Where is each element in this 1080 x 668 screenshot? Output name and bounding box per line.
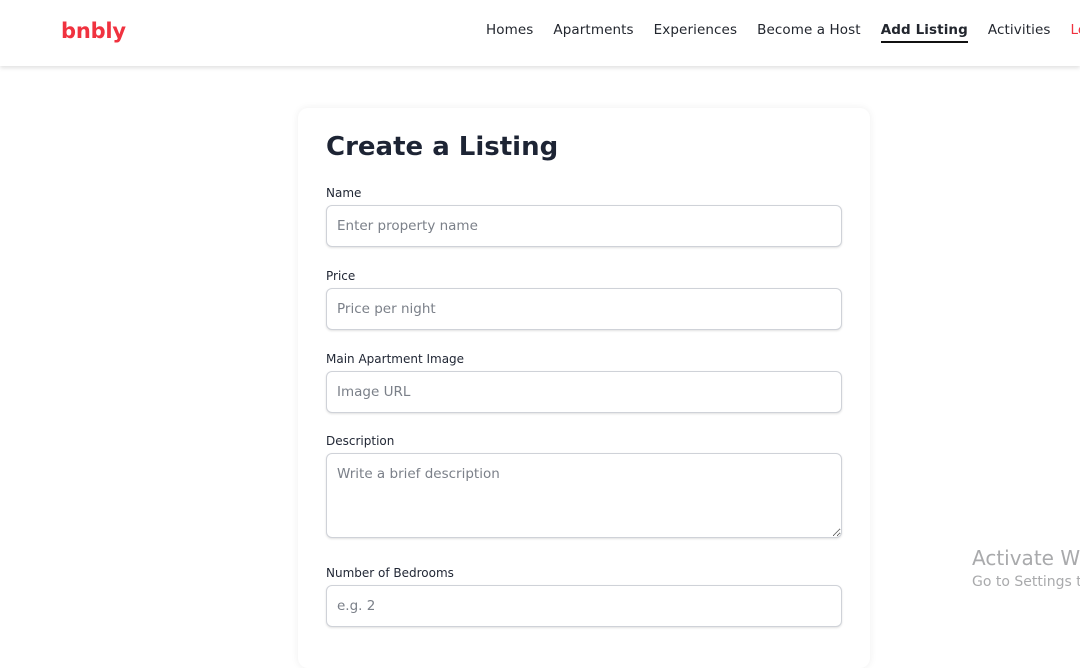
nav-item-add-listing[interactable]: Add Listing bbox=[881, 22, 968, 43]
nav-item-activities[interactable]: Activities bbox=[988, 22, 1051, 43]
nav-item-apartments[interactable]: Apartments bbox=[553, 22, 633, 43]
description-textarea[interactable] bbox=[326, 453, 842, 538]
price-input[interactable] bbox=[326, 288, 842, 330]
nav-item-logout[interactable]: Log bbox=[1071, 22, 1080, 43]
description-label: Description bbox=[326, 434, 394, 448]
nav-links: Homes Apartments Experiences Become a Ho… bbox=[486, 22, 1080, 43]
bedrooms-label: Number of Bedrooms bbox=[326, 566, 454, 580]
navbar: bnbly Homes Apartments Experiences Becom… bbox=[0, 0, 1080, 66]
create-listing-form: Create a Listing Name Price Main Apartme… bbox=[298, 108, 870, 668]
nav-item-homes[interactable]: Homes bbox=[486, 22, 533, 43]
name-input[interactable] bbox=[326, 205, 842, 247]
watermark-title: Activate Wi bbox=[972, 546, 1080, 570]
bedrooms-input[interactable] bbox=[326, 585, 842, 627]
nav-item-become-host[interactable]: Become a Host bbox=[757, 22, 861, 43]
image-label: Main Apartment Image bbox=[326, 352, 464, 366]
form-title: Create a Listing bbox=[326, 132, 558, 162]
price-label: Price bbox=[326, 269, 355, 283]
activate-windows-watermark: Activate Wi Go to Settings t bbox=[972, 546, 1080, 590]
watermark-subtitle: Go to Settings t bbox=[972, 574, 1080, 590]
nav-item-experiences[interactable]: Experiences bbox=[654, 22, 737, 43]
image-url-input[interactable] bbox=[326, 371, 842, 413]
name-label: Name bbox=[326, 186, 361, 200]
brand-logo[interactable]: bnbly bbox=[61, 19, 126, 43]
